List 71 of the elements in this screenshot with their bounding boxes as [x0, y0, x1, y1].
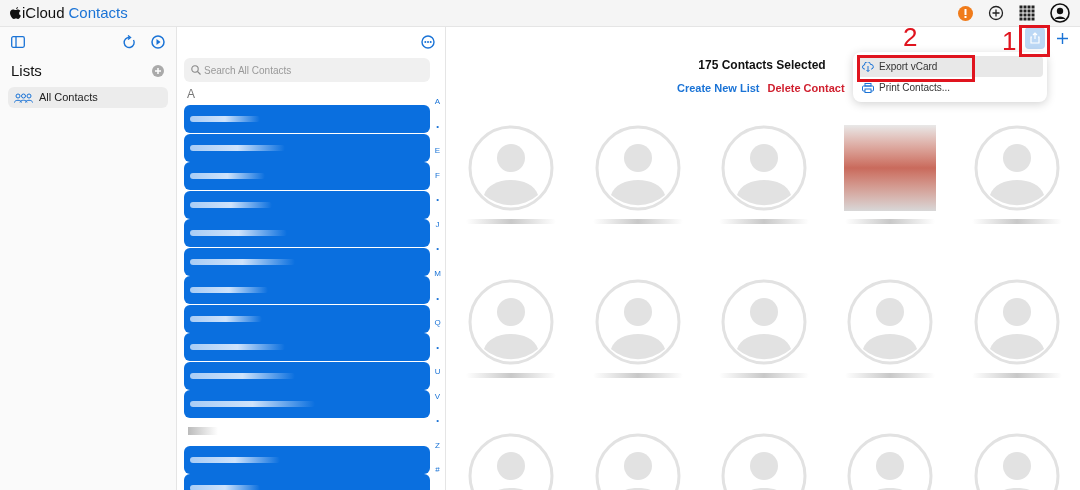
contact-row[interactable]: [184, 361, 431, 390]
contact-row[interactable]: [184, 190, 431, 219]
index-letter[interactable]: M: [434, 268, 441, 294]
index-letter[interactable]: A: [434, 97, 441, 122]
action-link[interactable]: Delete Contact: [767, 80, 845, 97]
section-header: A: [187, 87, 196, 102]
avatar-silhouette-icon: [721, 278, 807, 365]
blurred-name: [190, 116, 260, 122]
avatar-silhouette-icon: [468, 124, 555, 211]
contact-row[interactable]: [184, 105, 431, 133]
index-letter[interactable]: •: [436, 244, 439, 269]
selection-summary: 175 Contacts Selected: [698, 57, 826, 74]
contact-row[interactable]: [184, 333, 431, 361]
search-icon: [191, 65, 201, 75]
index-letter[interactable]: •: [436, 293, 439, 319]
step-number: 1: [1002, 26, 1017, 56]
app-grid-icon[interactable]: [1019, 5, 1035, 21]
add-circle-icon[interactable]: [988, 5, 1004, 21]
index-letter[interactable]: U: [434, 367, 441, 392]
sidebar-item[interactable]: All Contacts: [8, 87, 168, 108]
brand-title: iCloud: [22, 2, 65, 23]
avatar-silhouette-icon: [973, 278, 1060, 365]
blurred-name: [190, 485, 260, 490]
add-icon[interactable]: [1057, 32, 1068, 44]
index-letter[interactable]: #: [435, 465, 440, 490]
printer-icon: [862, 82, 874, 93]
search-field[interactable]: Search All Contacts: [184, 58, 431, 82]
blurred-header: [188, 426, 218, 435]
apple-logo-icon: [10, 6, 21, 20]
share-icon: [1030, 32, 1040, 44]
more-icon[interactable]: [421, 34, 435, 49]
contact-row[interactable]: [184, 219, 431, 247]
people-icon: [14, 92, 33, 103]
contact-row[interactable]: [184, 304, 431, 333]
blurred-name: [190, 315, 262, 322]
index-letter[interactable]: F: [435, 170, 440, 196]
avatar-silhouette-icon: [847, 278, 934, 365]
index-letter[interactable]: •: [436, 121, 439, 147]
share-button[interactable]: [1025, 27, 1045, 49]
index-letter[interactable]: E: [434, 146, 441, 171]
index-letter[interactable]: Q: [434, 318, 441, 343]
index-letter[interactable]: •: [436, 416, 439, 441]
sidebar-toggle-icon[interactable]: [11, 36, 25, 48]
app-title: Contacts: [68, 2, 128, 23]
contact-row[interactable]: [184, 445, 431, 474]
contact-row[interactable]: [184, 162, 431, 190]
alert-icon[interactable]: [958, 5, 973, 21]
avatar-silhouette-icon: [594, 124, 681, 211]
play-circle-icon[interactable]: [151, 35, 165, 49]
avatar-silhouette-icon: [973, 124, 1060, 211]
contact-row[interactable]: [184, 276, 431, 304]
lists-heading: Lists: [11, 60, 42, 81]
contact-row[interactable]: [184, 133, 431, 162]
contact-row[interactable]: [184, 247, 431, 276]
index-letter[interactable]: Z: [435, 440, 440, 466]
action-link[interactable]: Create New List: [677, 80, 760, 97]
highlight-box: [1019, 25, 1050, 57]
index-letter[interactable]: J: [435, 219, 440, 245]
menu-item[interactable]: Export vCard: [857, 56, 1043, 77]
contact-row[interactable]: [184, 390, 431, 418]
index-letter[interactable]: •: [436, 342, 439, 368]
account-icon[interactable]: [1050, 3, 1070, 23]
avatar-silhouette-icon: [594, 278, 681, 365]
refresh-icon[interactable]: [123, 35, 136, 49]
cloud-download-icon: [862, 61, 874, 72]
index-letter[interactable]: •: [436, 195, 439, 220]
avatar-silhouette-icon: [468, 278, 555, 365]
menu-item[interactable]: Print Contacts...: [857, 77, 1043, 98]
avatar-silhouette-icon: [721, 124, 807, 211]
step-number: 2: [903, 22, 918, 52]
index-letter[interactable]: V: [434, 391, 441, 417]
